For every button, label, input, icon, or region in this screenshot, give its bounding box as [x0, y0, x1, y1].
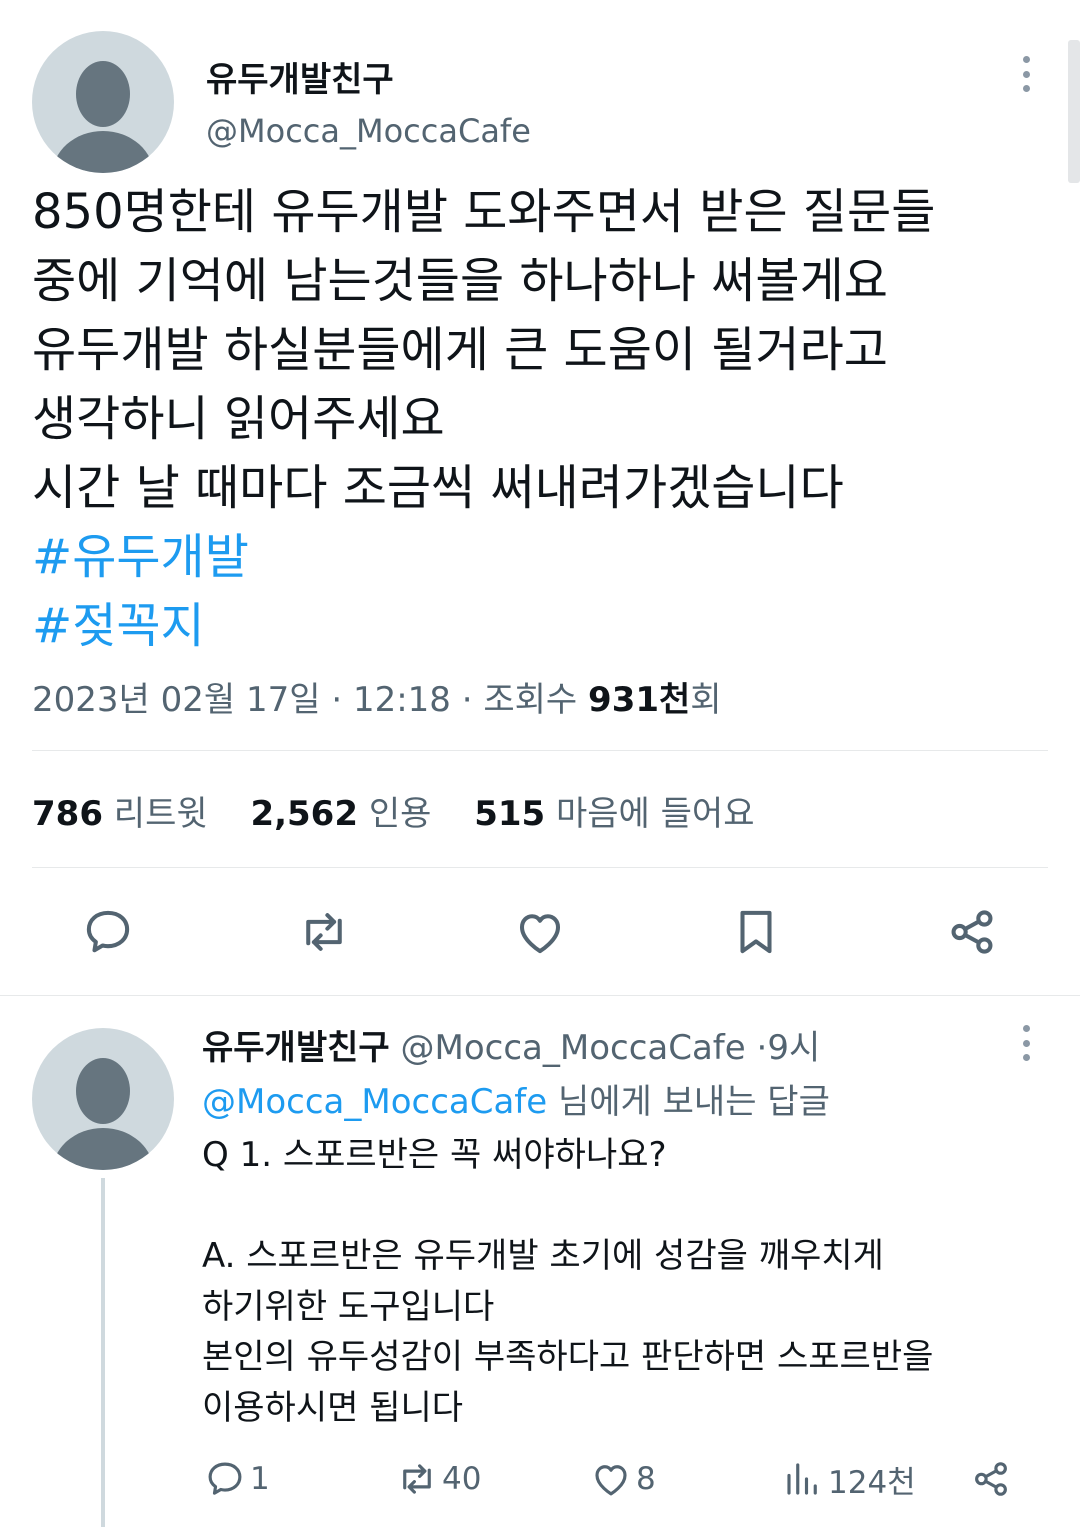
- reply-views-button[interactable]: 124천: [782, 1456, 916, 1502]
- separator: ·: [461, 680, 473, 720]
- retweets-stat[interactable]: 786 리트윗: [32, 794, 208, 834]
- retweets-count: 786: [32, 794, 103, 834]
- reply-author-name[interactable]: 유두개발친구: [202, 1028, 390, 1068]
- tweet-text-line: 생각하니 읽어주세요: [32, 391, 445, 447]
- reply-text-line: 이용하시면 됩니다: [202, 1387, 464, 1428]
- divider: [0, 995, 1080, 996]
- author-handle[interactable]: @Mocca_MoccaCafe: [206, 112, 531, 150]
- retweet-icon: [306, 913, 342, 951]
- divider: [32, 867, 1048, 868]
- reply-like-button[interactable]: 8: [590, 1456, 656, 1502]
- reply-icon: [86, 910, 130, 953]
- retweet-count: 40: [442, 1461, 482, 1497]
- reply-text-line: [202, 1181, 1022, 1232]
- reply-author-handle[interactable]: @Mocca_MoccaCafe: [401, 1028, 746, 1068]
- share-icon: [975, 1462, 1007, 1496]
- quotes-stat[interactable]: 2,562 인용: [250, 794, 431, 834]
- divider: [32, 750, 1048, 751]
- reply-reply-button[interactable]: 1: [204, 1456, 270, 1502]
- reply-text-line: A. 스포르반은 유두개발 초기에 성감을 깨우치게: [202, 1236, 884, 1276]
- likes-label: 마음에 들어요: [555, 794, 755, 834]
- tweet-stats: 786 리트윗 2,562 인용 515 마음에 들어요: [32, 786, 754, 835]
- retweets-label: 리트윗: [113, 794, 208, 834]
- like-icon: [595, 1465, 627, 1496]
- retweet-icon: [403, 1464, 431, 1494]
- like-icon: [519, 914, 561, 954]
- tweet-text: 850명한테 유두개발 도와주면서 받은 질문들 중에 기억에 남는것들을 하나…: [32, 178, 1042, 661]
- bookmark-icon: [740, 910, 772, 954]
- replying-to-handle[interactable]: @Mocca_MoccaCafe: [202, 1082, 547, 1122]
- tweet-date[interactable]: 2023년 02월 17일: [32, 680, 321, 720]
- tweet-text-line: 유두개발 하실분들에게 큰 도움이 될거라고: [32, 322, 888, 378]
- reply-text-line: 하기위한 도구입니다: [202, 1286, 495, 1327]
- replying-to-suffix: 님에게 보내는 답글: [558, 1082, 830, 1122]
- reply-share-button[interactable]: [970, 1456, 1016, 1502]
- avatar[interactable]: [32, 31, 174, 173]
- reply-text: Q 1. 스포르반은 꼭 써야하나요? A. 스포르반은 유두개발 초기에 성감…: [202, 1130, 1022, 1433]
- separator: ·: [331, 680, 343, 720]
- scrollbar[interactable]: [1068, 40, 1080, 183]
- reply-count: 1: [250, 1461, 270, 1497]
- replying-to: @Mocca_MoccaCafe 님에게 보내는 답글: [202, 1074, 830, 1123]
- bookmark-button[interactable]: [726, 902, 786, 962]
- author-name[interactable]: 유두개발친구: [206, 52, 394, 101]
- share-button[interactable]: [942, 902, 1002, 962]
- reply-text-line: Q 1. 스포르반은 꼭 써야하나요?: [202, 1135, 667, 1175]
- views-count: 931천: [588, 680, 691, 720]
- views-suffix: 회: [690, 680, 722, 720]
- reply-button[interactable]: [78, 902, 138, 962]
- views-label: 조회수: [483, 680, 578, 720]
- like-button[interactable]: [510, 902, 570, 962]
- views-count: 124천: [828, 1464, 916, 1501]
- separator: ·: [756, 1028, 768, 1068]
- more-options-icon[interactable]: [1016, 56, 1036, 92]
- retweet-button[interactable]: [294, 902, 354, 962]
- views-icon: [787, 1463, 817, 1495]
- likes-stat[interactable]: 515 마음에 들어요: [474, 794, 754, 834]
- hashtag-link[interactable]: #유두개발: [32, 523, 1042, 592]
- tweet-meta: 2023년 02월 17일 · 12:18 · 조회수 931천회: [32, 672, 722, 721]
- more-options-icon[interactable]: [1016, 1025, 1036, 1061]
- tweet-text-line: 시간 날 때마다 조금씩 써내려가겠습니다: [32, 460, 844, 516]
- reply-icon: [208, 1462, 242, 1495]
- tweet-text-line: 중에 기억에 남는것들을 하나하나 써볼게요: [32, 253, 888, 309]
- hashtag-link[interactable]: #젖꼭지: [32, 592, 1042, 661]
- reply-retweet-button[interactable]: 40: [396, 1456, 481, 1502]
- quotes-count: 2,562: [250, 794, 358, 834]
- reply-text-line: 본인의 유두성감이 부족하다고 판단하면 스포르반을: [202, 1337, 934, 1377]
- reply-time[interactable]: 9시: [767, 1028, 820, 1068]
- likes-count: 515: [474, 794, 546, 834]
- tweet-time[interactable]: 12:18: [353, 680, 451, 720]
- thread-line: [101, 1178, 105, 1527]
- share-icon: [951, 910, 993, 954]
- avatar[interactable]: [32, 1028, 174, 1170]
- tweet-text-line: 850명한테 유두개발 도와주면서 받은 질문들: [32, 184, 936, 240]
- like-count: 8: [636, 1461, 656, 1497]
- reply-header: 유두개발친구 @Mocca_MoccaCafe ·9시: [202, 1020, 820, 1069]
- quotes-label: 인용: [368, 794, 432, 834]
